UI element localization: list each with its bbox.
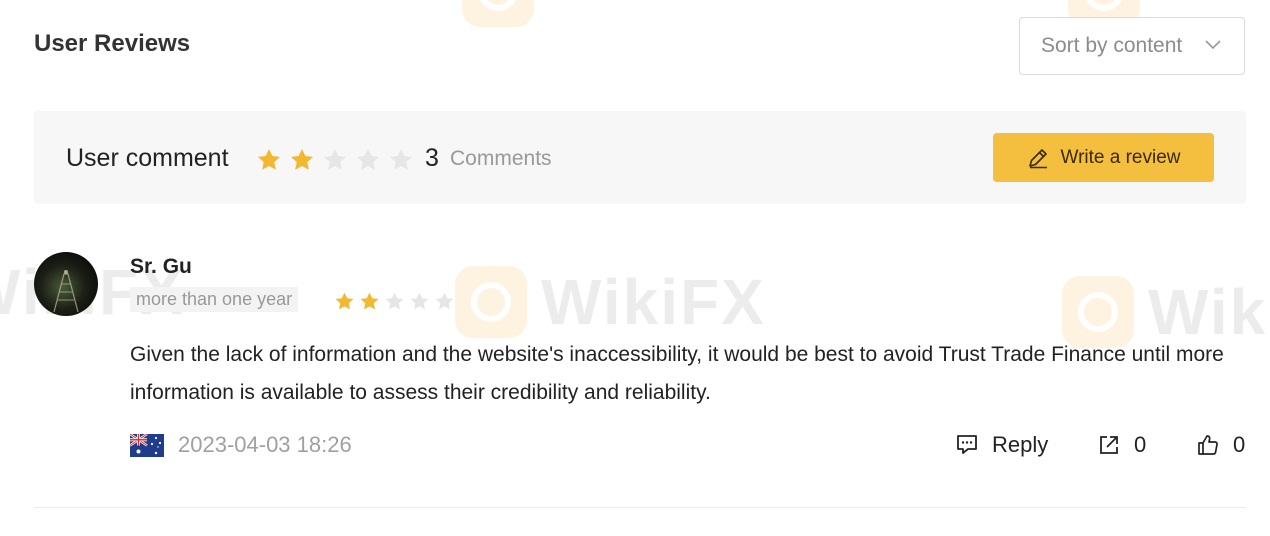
star-filled-icon: [360, 292, 379, 310]
comment-count: 3: [425, 144, 439, 172]
reply-button[interactable]: Reply: [956, 432, 1048, 458]
reviewer-tenure-badge: more than one year: [130, 287, 299, 312]
like-count: 0: [1233, 432, 1246, 457]
reply-label: Reply: [992, 432, 1049, 457]
divider: [34, 507, 1246, 508]
watermark: [462, 0, 534, 27]
write-review-button[interactable]: Write a review: [993, 133, 1214, 182]
sort-dropdown[interactable]: Sort by content: [1019, 17, 1245, 75]
write-review-label: Write a review: [1060, 146, 1181, 168]
reviewer-name[interactable]: Sr. Gu: [130, 255, 192, 279]
star-filled-icon: [257, 148, 281, 170]
avatar-image: [53, 270, 79, 313]
star-empty-icon: [435, 292, 454, 310]
review-timestamp: 2023-04-03 18:26: [178, 432, 352, 457]
summary-star-rating: [256, 147, 414, 173]
watermark-logo-icon: [455, 266, 527, 338]
australia-flag-icon: [130, 434, 164, 457]
review-text: Given the lack of information and the we…: [130, 343, 1224, 404]
watermark: WikiFX: [455, 265, 766, 339]
chevron-down-icon: [1205, 40, 1221, 50]
star-filled-icon: [290, 148, 314, 170]
comment-icon: [957, 435, 977, 454]
star-empty-icon: [323, 148, 347, 170]
star-filled-icon: [335, 292, 354, 310]
watermark-logo-icon: [462, 0, 534, 27]
avatar[interactable]: [34, 252, 98, 316]
comment-count-label: Comments: [450, 147, 552, 170]
rating-summary: User comment 3 Comments Write a review: [34, 111, 1246, 204]
share-button[interactable]: 0: [1098, 432, 1146, 458]
sort-label: Sort by content: [1041, 34, 1183, 57]
share-icon: [1100, 436, 1118, 454]
page-title: User Reviews: [34, 30, 191, 57]
watermark-text: WikiFX: [541, 266, 766, 338]
star-empty-icon: [385, 292, 404, 310]
share-count: 0: [1134, 432, 1147, 457]
thumbs-up-icon: [1198, 435, 1218, 455]
star-empty-icon: [389, 148, 413, 170]
review-star-rating: [334, 291, 455, 312]
like-button[interactable]: 0: [1197, 432, 1245, 458]
summary-label: User comment: [66, 144, 229, 172]
star-empty-icon: [356, 148, 380, 170]
star-empty-icon: [410, 292, 429, 310]
pen-icon: [1029, 148, 1048, 168]
